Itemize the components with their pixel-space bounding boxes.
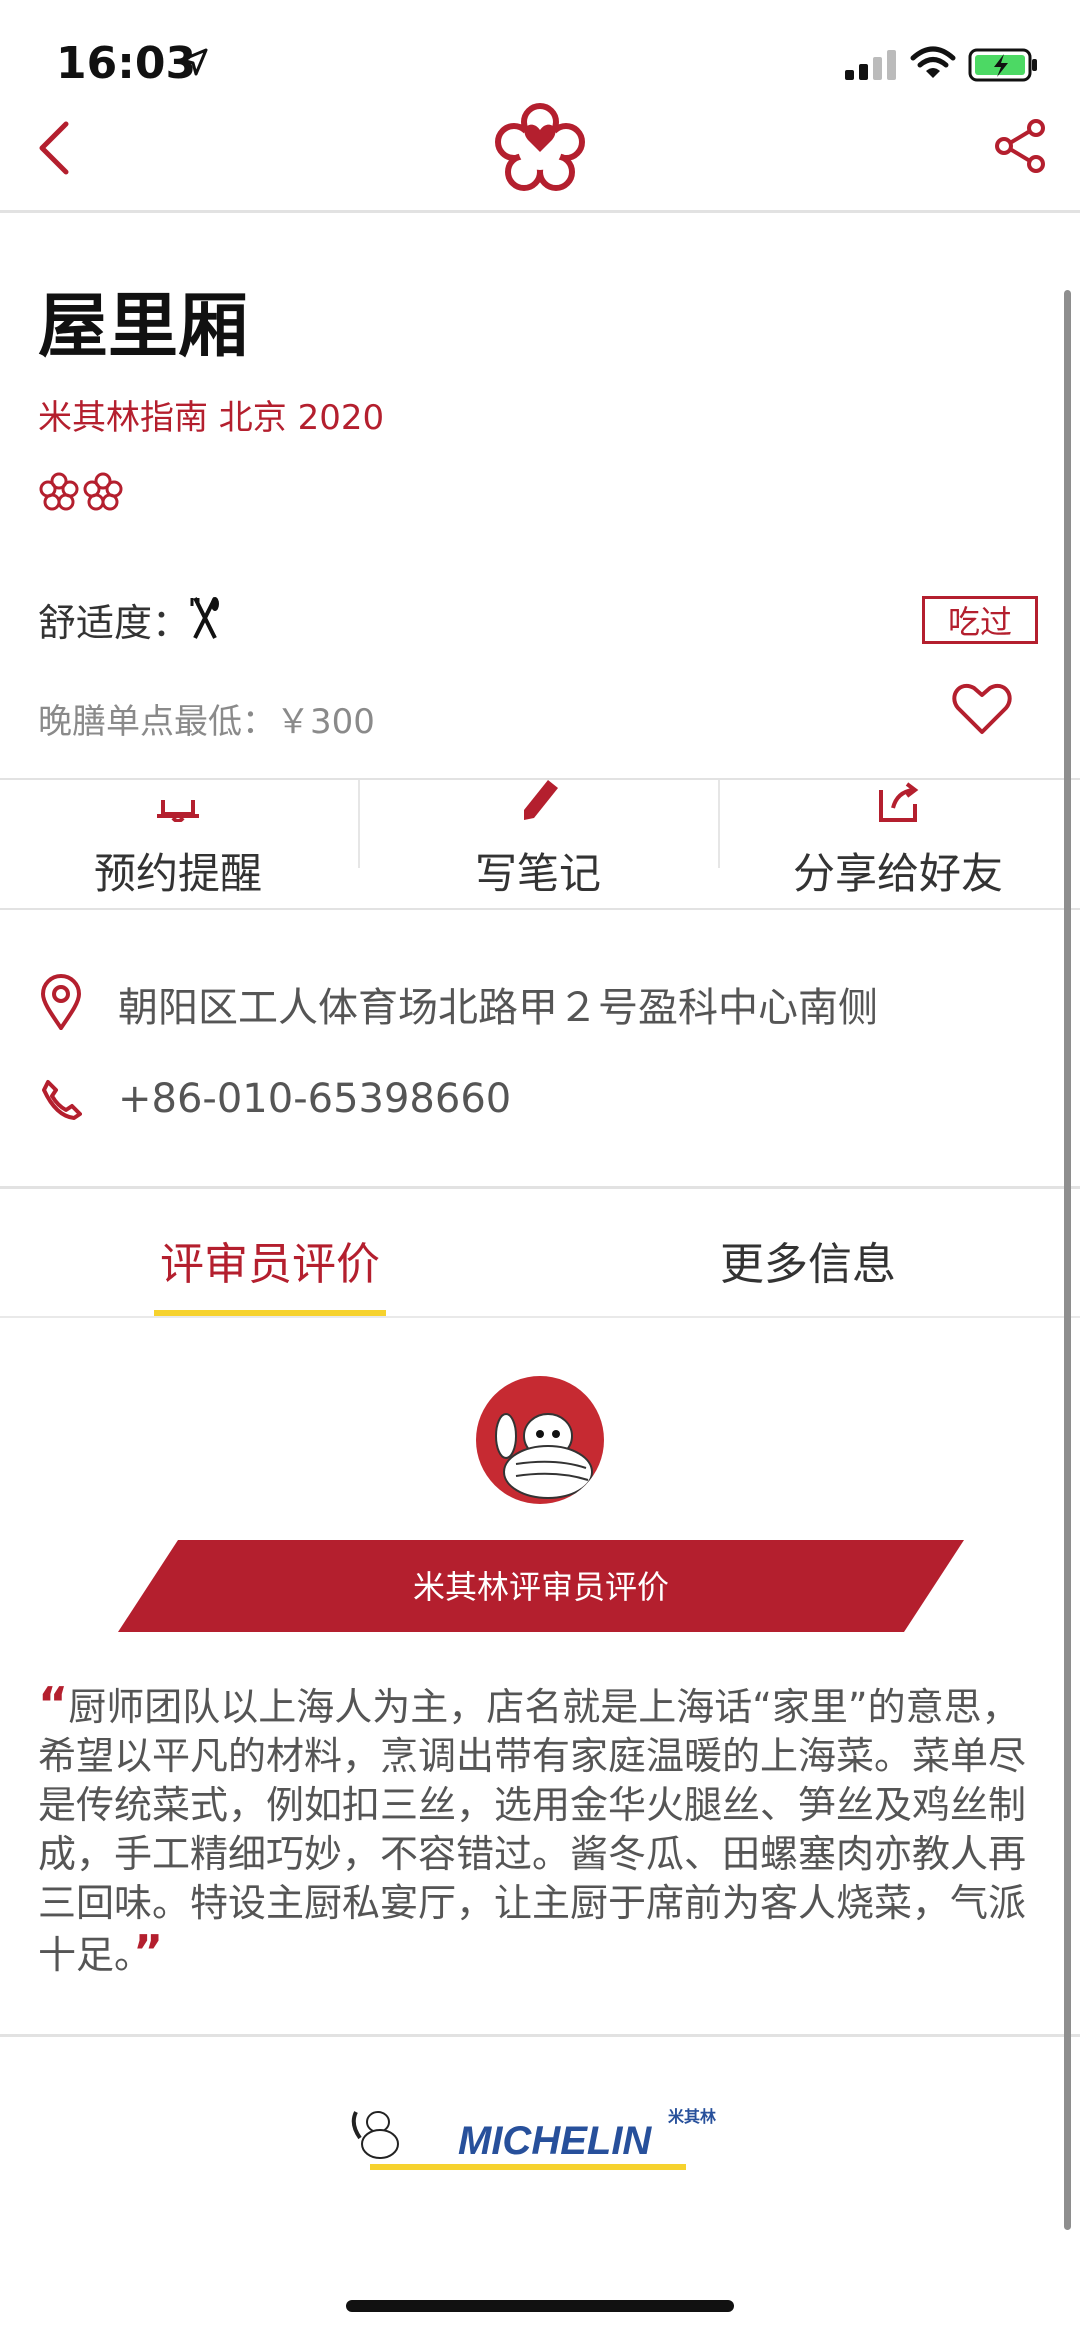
michelin-stars-icon	[39, 472, 123, 511]
inspector-avatar	[476, 1376, 604, 1504]
signal-icon	[845, 50, 896, 80]
reservation-reminder-action[interactable]: 预约提醒	[0, 780, 356, 910]
battery-charging-icon	[968, 48, 1037, 82]
open-quote-mark: “	[38, 1677, 69, 1731]
comfort-label: 舒适度：	[38, 601, 191, 645]
wifi-icon	[910, 46, 956, 78]
michelin-wordmark: MICHELIN	[458, 2119, 652, 2163]
scrollbar[interactable]	[1064, 290, 1071, 2230]
bibendum-icon	[495, 1413, 593, 1499]
banner-label: 米其林评审员评价	[412, 1568, 669, 1606]
share-box-icon	[879, 782, 919, 822]
tab-more-info[interactable]: 更多信息	[720, 1228, 896, 1292]
michelin-brand-logo: MICHELIN 米其林	[351, 2107, 716, 2170]
fork-knife-icon	[190, 597, 219, 639]
action-label: 预约提醒	[93, 849, 262, 898]
restaurant-name: 屋里厢	[38, 285, 248, 367]
share-with-friends-action[interactable]: 分享给好友	[720, 780, 1076, 910]
bell-icon	[157, 800, 199, 822]
section-divider	[0, 908, 1080, 910]
location-pin-icon	[40, 974, 82, 1030]
tabs-divider	[0, 1316, 1080, 1318]
section-divider	[0, 1186, 1080, 1189]
share-icon[interactable]	[992, 118, 1048, 174]
write-note-action[interactable]: 写笔记	[360, 780, 716, 910]
bibendum-small-icon	[351, 2111, 399, 2159]
back-chevron-icon[interactable]	[34, 118, 74, 178]
review-body: 厨师团队以上海人为主，店名就是上海话“家里”的意思，希望以平凡的材料，烹调出带有…	[38, 1685, 1027, 1977]
location-arrow-icon	[180, 48, 208, 76]
action-label: 写笔记	[474, 849, 601, 898]
address-text[interactable]: 朝阳区工人体育场北路甲２号盈科中心南侧	[118, 975, 878, 1033]
michelin-cn-wordmark: 米其林	[668, 2107, 716, 2126]
tab-inspector-review[interactable]: 评审员评价	[160, 1228, 380, 1292]
nav-divider	[0, 210, 1080, 213]
favorite-heart-icon[interactable]	[952, 682, 1012, 736]
review-text: “厨师团队以上海人为主，店名就是上海话“家里”的意思，希望以平凡的材料，烹调出带…	[38, 1680, 1048, 1980]
phone-number[interactable]: +86-010-65398660	[118, 1076, 511, 1122]
action-label: 分享给好友	[792, 849, 1003, 898]
close-quote-mark: ”	[133, 1925, 164, 1979]
guide-edition: 米其林指南 北京 2020	[38, 398, 385, 438]
pencil-icon	[524, 780, 558, 820]
price-label: 晚膳单点最低：￥300	[38, 702, 375, 742]
section-divider	[0, 2034, 1080, 2037]
home-indicator[interactable]	[346, 2300, 734, 2312]
phone-icon	[42, 1080, 82, 1120]
status-time: 16:03	[56, 38, 197, 89]
eaten-button[interactable]: 吃过	[922, 596, 1038, 644]
michelin-guide-logo-icon	[495, 103, 585, 191]
